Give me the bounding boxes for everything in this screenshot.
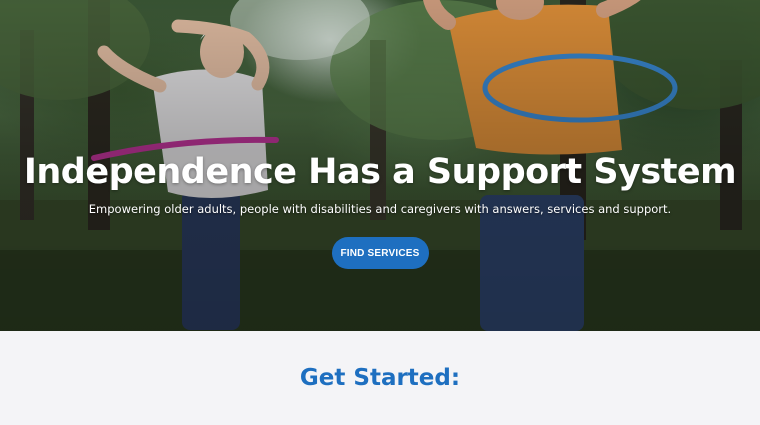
hero-banner: Independence Has a Support System Empowe… [0, 0, 760, 331]
get-started-heading: Get Started: [299, 365, 461, 391]
get-started-section: Get Started: [0, 331, 760, 425]
hero-content: Independence Has a Support System Empowe… [0, 0, 760, 331]
find-services-button[interactable]: FIND SERVICES [331, 237, 429, 269]
hero-title: Independence Has a Support System [23, 152, 737, 192]
hero-subtitle: Empowering older adults, people with dis… [88, 202, 672, 216]
